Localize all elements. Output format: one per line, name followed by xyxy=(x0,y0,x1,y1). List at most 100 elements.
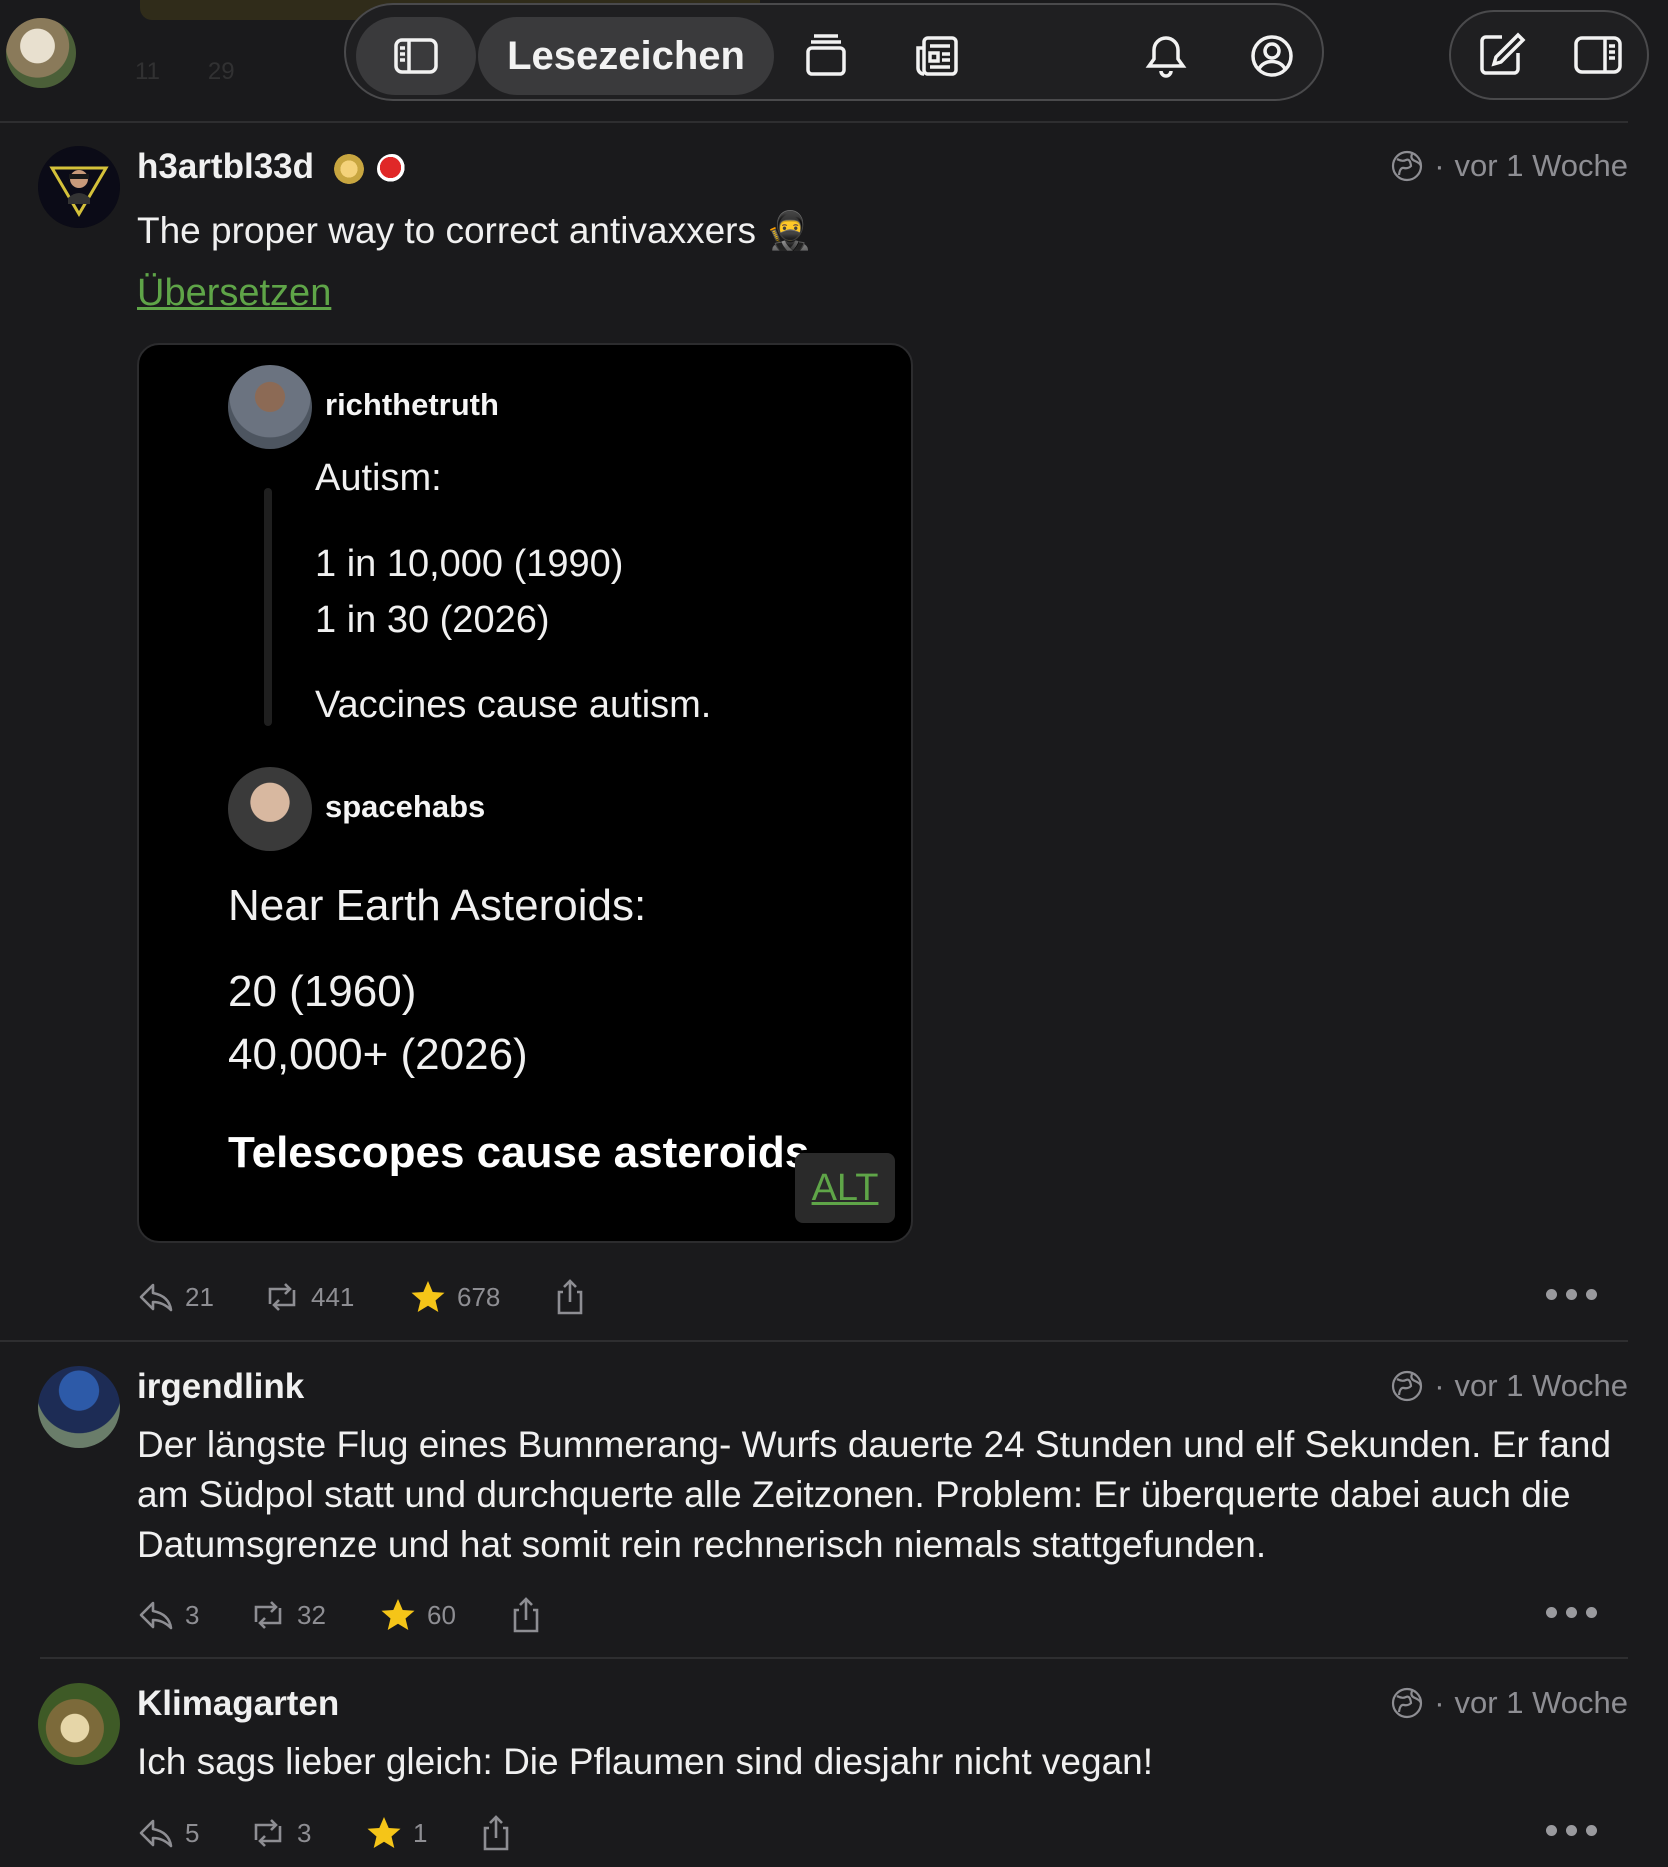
star-icon xyxy=(381,1599,415,1630)
tab-bookmarks-label: Lesezeichen xyxy=(507,33,745,78)
secondary-navigation xyxy=(1449,10,1649,100)
reply-button[interactable]: 3 xyxy=(137,1593,199,1637)
boost-button[interactable]: 3 xyxy=(249,1811,311,1855)
separator-dot: · xyxy=(1434,1685,1445,1720)
post-meta: · vor 1 Woche xyxy=(1390,148,1628,184)
more-icon xyxy=(1586,1607,1597,1618)
embedded-username: spacehabs xyxy=(325,789,486,824)
boost-count: 3 xyxy=(297,1817,312,1848)
embedded-text: 20 (1960) xyxy=(228,967,417,1016)
embedded-avatar xyxy=(228,767,312,851)
compose-icon xyxy=(1480,32,1526,75)
reply-button[interactable]: 21 xyxy=(137,1275,214,1319)
avatar[interactable] xyxy=(38,146,120,228)
globe-icon xyxy=(1392,150,1423,182)
favourite-button[interactable]: 60 xyxy=(379,1593,456,1637)
custom-emoji-flag-icon xyxy=(377,153,408,184)
more-icon xyxy=(1566,1607,1577,1618)
quote-rule xyxy=(264,488,272,726)
tab-news[interactable] xyxy=(898,17,978,95)
post-author[interactable]: Klimagarten xyxy=(137,1684,339,1724)
avatar[interactable] xyxy=(38,1366,120,1448)
post-time[interactable]: vor 1 Woche xyxy=(1455,148,1628,184)
tab-bookmarks[interactable]: Lesezeichen xyxy=(478,17,774,95)
share-button[interactable] xyxy=(551,1275,589,1319)
post-content: The proper way to correct antivaxxers 🥷 xyxy=(137,210,813,251)
tab-profile[interactable] xyxy=(1232,17,1312,95)
embedded-text: Vaccines cause autism. xyxy=(315,684,712,726)
share-icon xyxy=(557,1279,583,1315)
reply-count: 5 xyxy=(185,1817,200,1848)
embedded-text: Telescopes cause asteroids. xyxy=(228,1128,822,1177)
embedded-avatar xyxy=(228,365,312,449)
ghost-boost-count: 29 xyxy=(207,58,235,85)
divider xyxy=(0,1340,1628,1342)
more-icon xyxy=(1546,1825,1557,1836)
divider xyxy=(0,121,1628,123)
alt-text-button[interactable]: ALT xyxy=(795,1153,895,1223)
more-icon xyxy=(1586,1289,1597,1300)
more-icon xyxy=(1566,1289,1577,1300)
sidebar-toggle-button[interactable] xyxy=(356,17,476,95)
favourite-button[interactable]: 1 xyxy=(365,1811,427,1855)
stack-icon xyxy=(806,34,846,76)
reply-count: 3 xyxy=(185,1599,200,1630)
custom-emoji-sun-icon xyxy=(333,153,364,184)
boost-icon xyxy=(254,1601,282,1629)
post-author[interactable]: h3artbl33d xyxy=(137,147,408,187)
side-panel-icon xyxy=(1574,36,1622,74)
post-time[interactable]: vor 1 Woche xyxy=(1455,1685,1628,1721)
star-icon xyxy=(367,1817,401,1848)
username: irgendlink xyxy=(137,1367,305,1406)
embedded-text: 1 in 30 (2026) xyxy=(315,599,550,641)
favourite-count: 678 xyxy=(457,1281,501,1312)
side-panel-toggle-button[interactable] xyxy=(1555,16,1641,94)
favourite-count: 1 xyxy=(413,1817,428,1848)
compose-button[interactable] xyxy=(1457,16,1543,94)
separator-dot: · xyxy=(1434,148,1445,183)
boost-button[interactable]: 441 xyxy=(263,1275,354,1319)
share-icon xyxy=(483,1815,509,1851)
top-bar: 11 29 Lesezeichen xyxy=(0,0,1668,122)
post-media-image[interactable]: richthetruth Autism: 1 in 10,000 (1990) … xyxy=(137,343,913,1243)
post-time[interactable]: vor 1 Woche xyxy=(1455,1368,1628,1404)
embedded-text: Near Earth Asteroids: xyxy=(228,881,647,930)
post-actions: 21 441 678 xyxy=(137,1275,1597,1319)
post-content: Ich sags lieber gleich: Die Pflaumen sin… xyxy=(137,1741,1154,1782)
post-meta: · vor 1 Woche xyxy=(1390,1368,1628,1404)
profile-icon xyxy=(1251,35,1293,77)
post-meta: · vor 1 Woche xyxy=(1390,1685,1628,1721)
sidebar-icon xyxy=(394,38,438,74)
more-options-button[interactable] xyxy=(1546,1289,1597,1300)
translate-link[interactable]: Übersetzen xyxy=(137,272,331,315)
star-icon xyxy=(411,1281,445,1312)
embedded-text: 40,000+ (2026) xyxy=(228,1030,528,1079)
favourite-button[interactable]: 678 xyxy=(409,1275,500,1319)
more-options-button[interactable] xyxy=(1546,1607,1597,1618)
avatar-image xyxy=(38,146,120,228)
current-user-avatar[interactable] xyxy=(6,18,76,88)
reply-icon xyxy=(139,1819,173,1848)
main-navigation: Lesezeichen xyxy=(344,3,1324,101)
reply-count: 21 xyxy=(185,1281,214,1312)
reply-icon xyxy=(139,1601,173,1630)
avatar[interactable] xyxy=(38,1683,120,1765)
tab-lists[interactable] xyxy=(786,17,866,95)
divider xyxy=(40,1657,1628,1659)
boost-button[interactable]: 32 xyxy=(249,1593,326,1637)
scrolled-action-row: 11 29 xyxy=(135,58,235,86)
more-options-button[interactable] xyxy=(1546,1825,1597,1836)
post-author[interactable]: irgendlink xyxy=(137,1367,304,1407)
reply-icon xyxy=(139,1283,173,1312)
ghost-reply-count: 11 xyxy=(135,58,160,85)
globe-icon xyxy=(1392,1370,1423,1402)
reply-button[interactable]: 5 xyxy=(137,1811,199,1855)
news-icon xyxy=(916,36,958,76)
embedded-text: Autism: xyxy=(315,457,442,499)
tab-notifications[interactable] xyxy=(1126,17,1206,95)
share-button[interactable] xyxy=(507,1593,545,1637)
more-icon xyxy=(1546,1289,1557,1300)
favourite-count: 60 xyxy=(427,1599,456,1630)
share-button[interactable] xyxy=(477,1811,515,1855)
username: Klimagarten xyxy=(137,1684,340,1723)
